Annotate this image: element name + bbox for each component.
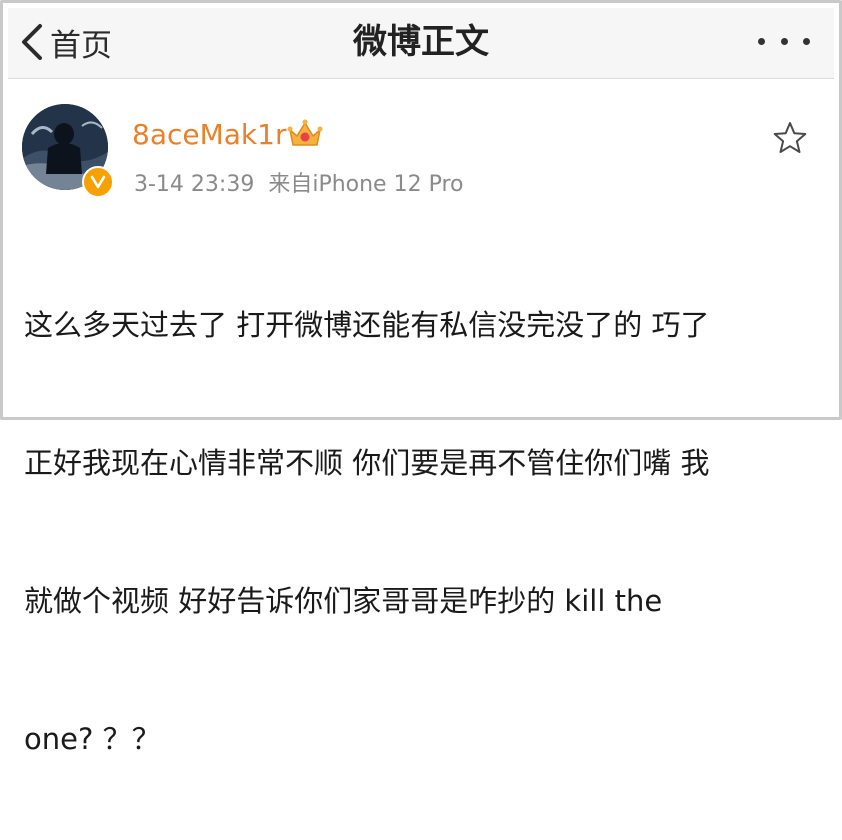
post-text-line: 正好我现在心情非常不顺 你们要是再不管住你们嘴 我	[24, 440, 820, 486]
more-options-button[interactable]	[758, 30, 810, 52]
more-dots-icon	[803, 38, 810, 45]
post-text-line: 就做个视频 好好告诉你们家哥哥是咋抄的 kill the	[24, 578, 820, 624]
vip-crown-icon	[287, 118, 323, 148]
post-time: 3-14 23:39	[134, 172, 254, 197]
post-text-line: one? ？？	[24, 716, 820, 762]
top-navigation-bar: 首页 微博正文	[8, 8, 834, 78]
post-meta: 3-14 23:39 来自iPhone 12 Pro	[134, 166, 463, 198]
weibo-post: 8aceMak1r 3-14 23:39 来自iPhone 12 Pro 这么多天…	[8, 80, 834, 412]
navbar-divider	[8, 78, 834, 79]
post-text-line: 这么多天过去了 打开微博还能有私信没完没了的 巧了	[24, 302, 820, 348]
user-name[interactable]: 8aceMak1r	[132, 118, 286, 151]
page-title: 微博正文	[8, 18, 834, 66]
more-dots-icon	[758, 38, 765, 45]
star-outline-icon[interactable]	[772, 120, 808, 156]
verified-badge-icon	[82, 166, 114, 198]
post-text: 这么多天过去了 打开微博还能有私信没完没了的 巧了 正好我现在心情非常不顺 你们…	[24, 210, 820, 840]
post-source: 来自iPhone 12 Pro	[268, 172, 463, 197]
more-dots-icon	[781, 38, 788, 45]
